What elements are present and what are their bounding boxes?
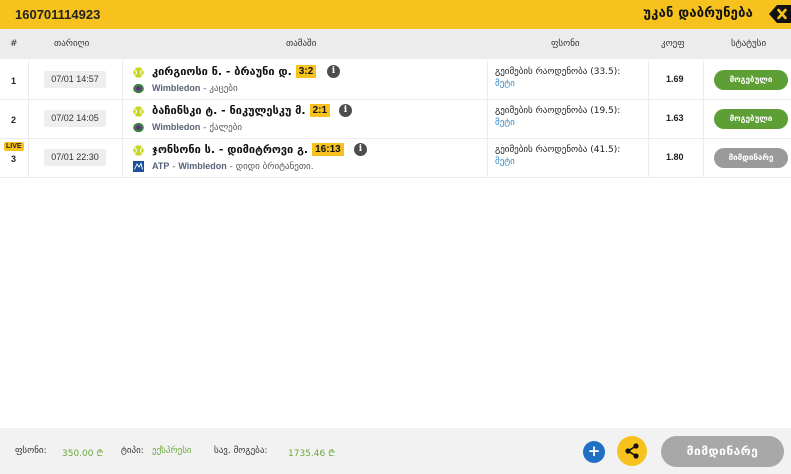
ticket-id: 160701114923 xyxy=(15,7,101,22)
bet-pick: მეტი xyxy=(495,79,515,89)
column-header-odds: კოეფ xyxy=(661,39,685,49)
type-value: ექსპრესი xyxy=(152,446,192,456)
status-badge: მიმდინარე xyxy=(714,148,788,168)
status-badge: მოგებული xyxy=(714,70,788,90)
column-header-num: # xyxy=(10,39,18,49)
column-header-status: სტატუსი xyxy=(731,39,767,49)
bet-market: გეიმების რაოდენობა (19.5): xyxy=(495,106,621,116)
row-date: 07/01 22:30 xyxy=(44,149,106,166)
table-row[interactable]: 2 07/02 14:05 ბაჩინსკი ტ. - ნიკულესკუ მ.… xyxy=(0,99,791,139)
row-date: 07/02 14:05 xyxy=(44,110,106,127)
stake-value: 350.00 ₾ xyxy=(62,449,104,459)
table-row[interactable]: LIVE 3 07/01 22:30 ჯონსონი ს. - დიმიტროვ… xyxy=(0,138,791,178)
bet-pick: მეტი xyxy=(495,157,515,167)
row-number: 2 xyxy=(11,115,17,125)
back-link[interactable]: უკან დაბრუნება xyxy=(643,6,753,21)
ticket-header: 160701114923 უკან დაბრუნება xyxy=(0,0,791,29)
type-label: ტიპი: xyxy=(121,446,144,456)
wimbledon-icon xyxy=(133,83,144,94)
row-odds: 1.69 xyxy=(666,74,684,84)
close-icon[interactable] xyxy=(765,2,791,26)
table-row[interactable]: 1 07/01 14:57 კირგიოსი ნ. - ბრაუნი დ. 3:2… xyxy=(0,60,791,100)
info-icon[interactable]: i xyxy=(354,143,367,156)
table-header: # თარიღი თამაში ფსონი კოეფ სტატუსი xyxy=(0,29,791,59)
league-name: Wimbledon - კაცები xyxy=(152,83,238,94)
row-date: 07/01 14:57 xyxy=(44,71,106,88)
match-score: 16:13 xyxy=(312,143,344,156)
row-number: 1 xyxy=(11,76,17,86)
ticket-footer: ფსონი: 350.00 ₾ ტიპი: ექსპრესი სავ. მოგე… xyxy=(0,428,791,474)
tennis-ball-icon xyxy=(133,106,144,117)
potential-win-value: 1735.46 ₾ xyxy=(288,449,336,459)
info-icon[interactable]: i xyxy=(327,65,340,78)
row-odds: 1.80 xyxy=(666,152,684,162)
column-header-bet: ფსონი xyxy=(551,39,580,49)
row-odds: 1.63 xyxy=(666,113,684,123)
stake-label: ფსონი: xyxy=(15,446,47,456)
match-name[interactable]: კირგიოსი ნ. - ბრაუნი დ. 3:2 xyxy=(152,65,317,78)
bet-market: გეიმების რაოდენობა (41.5): xyxy=(495,145,621,155)
league-name: Wimbledon - ქალები xyxy=(152,122,243,133)
status-badge: მოგებული xyxy=(714,109,788,129)
bet-market: გეიმების რაოდენობა (33.5): xyxy=(495,67,621,77)
column-header-match: თამაში xyxy=(286,39,317,49)
potential-win-label: სავ. მოგება: xyxy=(214,446,268,456)
column-header-date: თარიღი xyxy=(54,39,90,49)
tennis-ball-icon xyxy=(133,145,144,156)
match-name[interactable]: ბაჩინსკი ტ. - ნიკულესკუ მ. 2:1 xyxy=(152,104,331,117)
live-badge: LIVE xyxy=(4,142,24,151)
plus-icon[interactable]: + xyxy=(583,441,605,463)
share-icon[interactable] xyxy=(617,436,647,466)
match-score: 2:1 xyxy=(309,104,331,117)
bet-pick: მეტი xyxy=(495,118,515,128)
atp-icon xyxy=(133,161,144,172)
wimbledon-icon xyxy=(133,122,144,133)
info-icon[interactable]: i xyxy=(339,104,352,117)
tennis-ball-icon xyxy=(133,67,144,78)
league-name: ATP - Wimbledon - დიდი ბრიტანეთი. xyxy=(152,161,314,172)
match-score: 3:2 xyxy=(295,65,317,78)
match-name[interactable]: ჯონსონი ს. - დიმიტროვი გ. 16:13 xyxy=(152,143,344,156)
running-button[interactable]: მიმდინარე xyxy=(661,436,784,467)
row-number: 3 xyxy=(11,154,17,164)
